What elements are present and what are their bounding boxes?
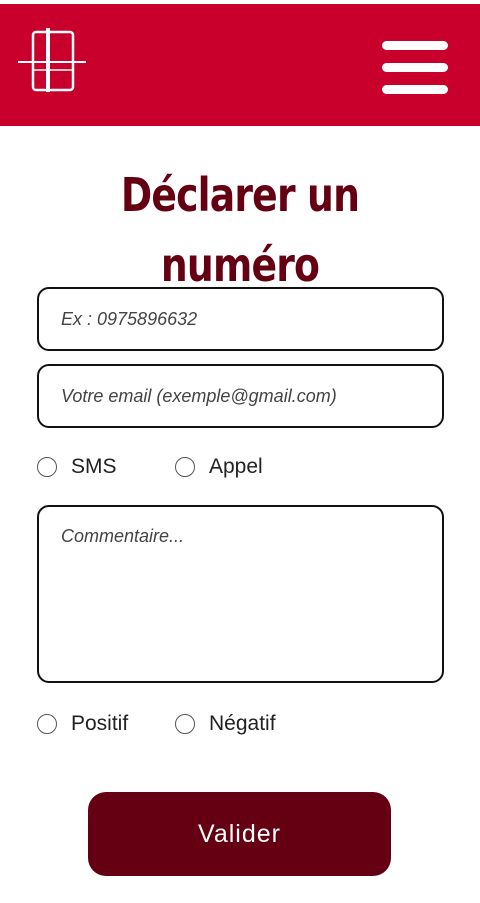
submit-button[interactable]: Valider: [88, 792, 391, 876]
comment-textarea[interactable]: [37, 505, 444, 683]
menu-bar-bottom: [382, 85, 448, 94]
menu-bar-top: [382, 41, 448, 50]
radio-option-negatif[interactable]: Négatif: [175, 709, 276, 739]
radio-button-appel[interactable]: [175, 457, 195, 477]
radio-label-appel: Appel: [209, 455, 263, 478]
page-title: Déclarer un numéro: [120, 168, 360, 292]
phone-number-input[interactable]: [37, 287, 444, 351]
radio-button-negatif[interactable]: [175, 714, 195, 734]
radio-option-positif[interactable]: Positif: [37, 709, 128, 739]
radio-label-negatif: Négatif: [209, 712, 276, 735]
email-input[interactable]: [37, 364, 444, 428]
radio-option-sms[interactable]: SMS: [37, 452, 117, 482]
app-header: [0, 4, 480, 126]
hamburger-menu-icon[interactable]: [382, 41, 448, 95]
radio-option-appel[interactable]: Appel: [175, 452, 263, 482]
radio-button-sms[interactable]: [37, 457, 57, 477]
logo-icon[interactable]: [18, 28, 86, 96]
radio-label-positif: Positif: [71, 712, 129, 735]
radio-button-positif[interactable]: [37, 714, 57, 734]
radio-label-sms: SMS: [71, 455, 117, 478]
menu-bar-middle: [382, 63, 448, 72]
